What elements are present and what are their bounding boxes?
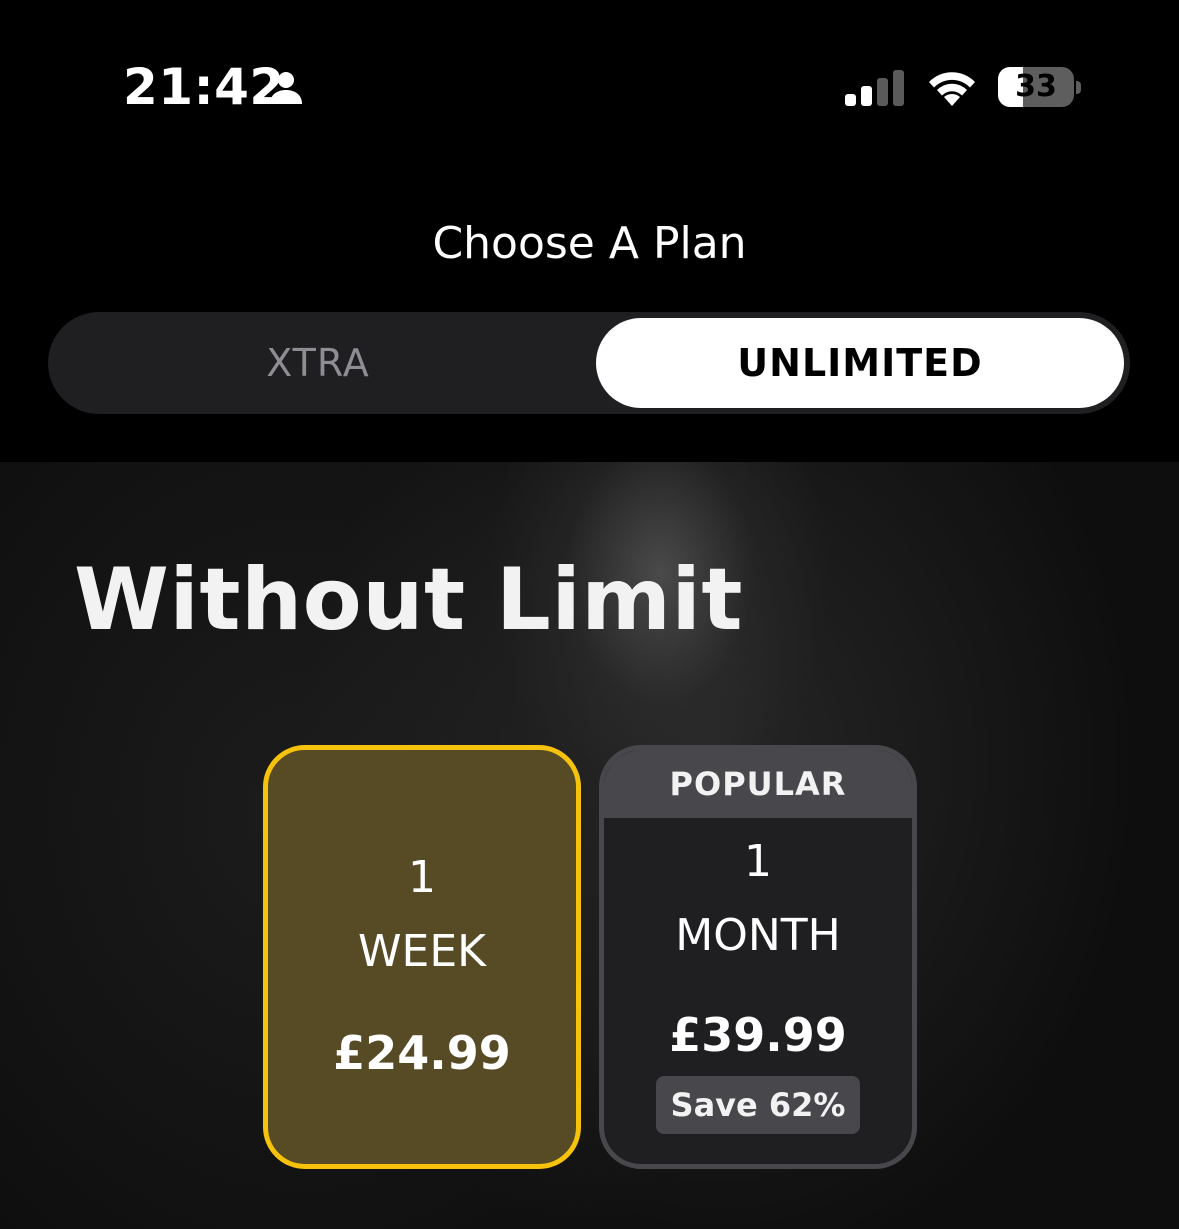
battery-level: 33 (1015, 69, 1057, 104)
plan-quantity: 1 (408, 852, 436, 903)
plan-card-1-month[interactable]: POPULAR 1 MONTH £39.99 Save 62% (599, 745, 917, 1169)
status-time: 21:42 (123, 58, 285, 116)
hero-section: Without Limit 1 WEEK £24.99 POPULAR 1 MO… (0, 462, 1179, 1229)
wifi-icon (929, 72, 975, 106)
plan-unit: WEEK (358, 926, 486, 977)
tab-unlimited[interactable]: UNLIMITED (596, 318, 1124, 408)
page-title: Choose A Plan (432, 218, 747, 269)
tab-xtra[interactable]: XTRA (54, 318, 582, 408)
person-icon (270, 72, 302, 104)
battery-icon: 33 (998, 67, 1082, 109)
plan-price: £24.99 (333, 1026, 511, 1080)
plan-card-1-week[interactable]: 1 WEEK £24.99 (263, 745, 581, 1169)
plan-quantity: 1 (744, 836, 772, 887)
save-badge: Save 62% (656, 1076, 860, 1134)
plan-unit: MONTH (675, 910, 841, 961)
status-bar: 21:42 33 (0, 0, 1179, 180)
popular-badge: POPULAR (604, 750, 912, 818)
plan-price: £39.99 (669, 1008, 847, 1062)
hero-title: Without Limit (74, 550, 744, 650)
plan-type-segmented-control: XTRA UNLIMITED (48, 312, 1130, 414)
cellular-signal-icon (845, 70, 904, 106)
